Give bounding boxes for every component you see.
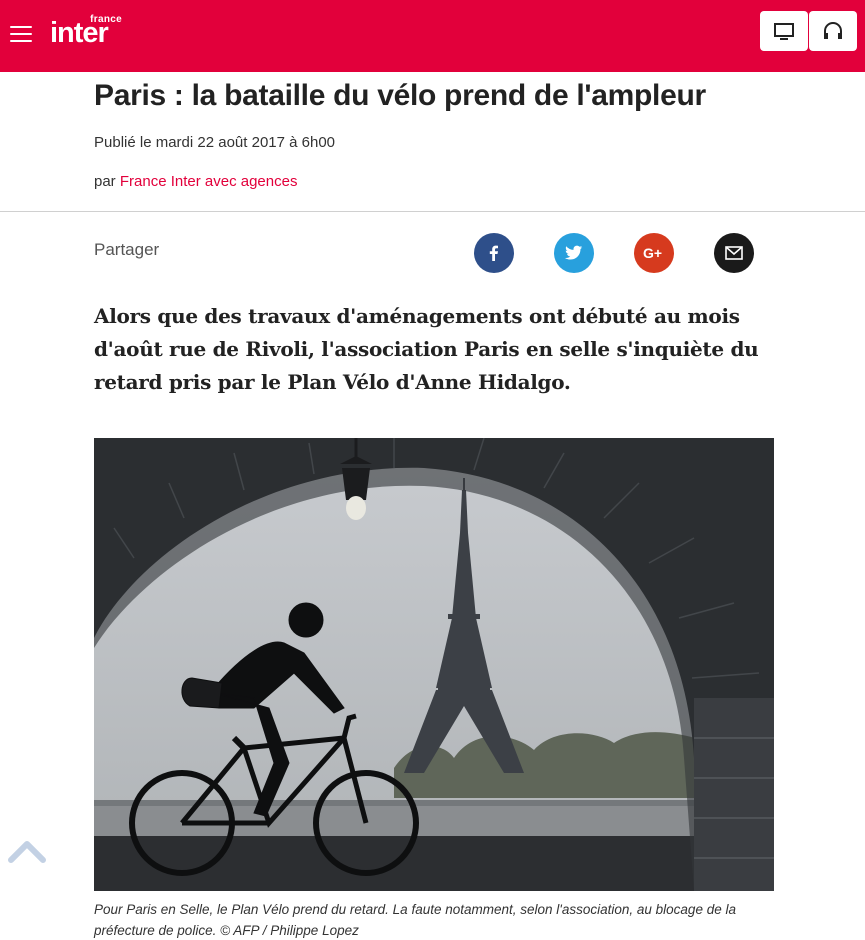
tv-icon xyxy=(774,23,794,40)
twitter-icon xyxy=(565,245,583,260)
hamburger-icon[interactable] xyxy=(10,26,32,44)
facebook-share-button[interactable] xyxy=(474,233,514,273)
article-lead: Alors que des travaux d'aménagements ont… xyxy=(94,304,759,394)
author-prefix: par xyxy=(94,173,120,190)
divider xyxy=(0,211,865,212)
chevron-up-icon xyxy=(8,841,46,863)
article-title: Paris : la bataille du vélo prend de l'a… xyxy=(94,79,706,112)
email-share-button[interactable] xyxy=(714,233,754,273)
logo-main-text: inter xyxy=(50,17,109,49)
publish-date: Publié le mardi 22 août 2017 à 6h00 xyxy=(94,134,336,151)
article-author-line: par France Inter avec agences xyxy=(94,173,297,190)
article-photo[interactable] xyxy=(94,438,774,891)
google-plus-share-button[interactable]: G+ xyxy=(634,233,674,273)
eiffel-tower-cyclist-image xyxy=(94,438,774,891)
svg-text:G+: G+ xyxy=(643,246,662,260)
google-plus-icon: G+ xyxy=(643,246,662,260)
share-label: Partager xyxy=(94,240,160,259)
top-bar: france inter xyxy=(0,0,865,72)
facebook-icon xyxy=(489,245,498,261)
france-inter-logo[interactable]: france inter xyxy=(50,14,130,54)
photo-caption: Pour Paris en Selle, le Plan Vélo prend … xyxy=(94,902,736,938)
author-link[interactable]: France Inter avec agences xyxy=(120,173,298,190)
headphones-button[interactable] xyxy=(809,11,857,51)
scroll-top-button[interactable] xyxy=(6,836,48,866)
twitter-share-button[interactable] xyxy=(554,233,594,273)
tv-button[interactable] xyxy=(760,11,808,51)
headphones-icon xyxy=(824,22,842,39)
mail-icon xyxy=(725,246,743,260)
